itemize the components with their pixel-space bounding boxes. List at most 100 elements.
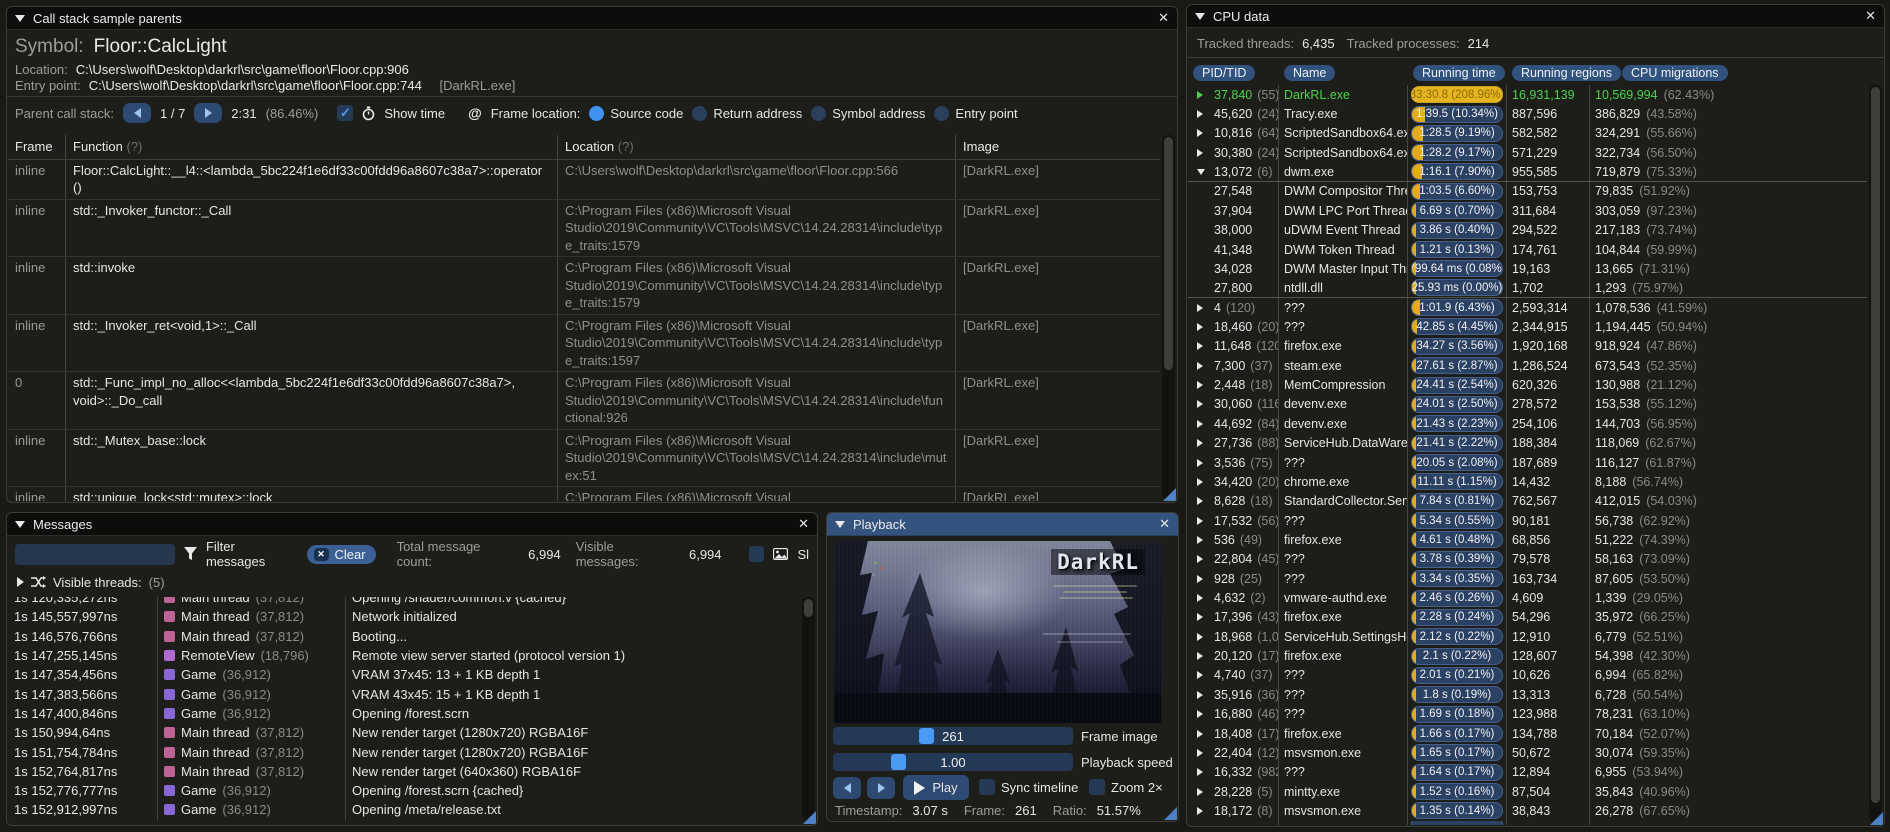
- scrollbar-thumb[interactable]: [1164, 137, 1173, 370]
- expand-arrow-icon[interactable]: [1197, 768, 1203, 777]
- expand-arrow-icon[interactable]: [1197, 574, 1203, 583]
- sync-timeline-checkbox[interactable]: ✓: [979, 779, 995, 795]
- table-row[interactable]: 20,120 (17) firefox.exe 2.1 s (0.22%) 128,60…: [1188, 646, 1867, 666]
- list-item[interactable]: 1s 147,400,846ns Game (36,912) Opening /for…: [8, 703, 799, 724]
- resize-grip[interactable]: [1870, 812, 1883, 825]
- expand-arrow-icon[interactable]: [1197, 361, 1203, 370]
- table-row[interactable]: 16,880 (46)??? 1.69 s (0.18%) 123,988 78,231…: [1188, 704, 1867, 724]
- col-image[interactable]: Image: [956, 135, 1160, 159]
- expand-arrow-icon[interactable]: [1197, 748, 1203, 757]
- expand-arrow-icon[interactable]: [1197, 477, 1203, 486]
- list-item[interactable]: 1s 153,116,37nsGame(36,912)Intro menu lo…: [8, 819, 799, 821]
- scrollbar-thumb[interactable]: [804, 599, 813, 617]
- table-row[interactable]: inline std::invoke C:\Program Files (x86)\…: [8, 257, 1160, 315]
- play-button[interactable]: Play: [903, 775, 969, 800]
- expand-arrow-icon[interactable]: [1197, 806, 1203, 815]
- close-icon[interactable]: ✕: [1158, 10, 1169, 26]
- table-row[interactable]: inline std::unique_lock<std::mutex>::lock…: [8, 487, 1160, 501]
- table-row[interactable]: 18,172 (8) msvsmon.exe 1.35 s (0.14%) 38,843…: [1188, 801, 1867, 821]
- table-row[interactable]: 18,460 (20)??? 42.85 s (4.45%) 2,344,915 1,1…: [1188, 317, 1867, 337]
- collapse-arrow-icon[interactable]: [1195, 12, 1205, 20]
- col-running-time[interactable]: Running time: [1407, 65, 1506, 81]
- expand-arrow-icon[interactable]: [1197, 632, 1203, 641]
- close-icon[interactable]: ✕: [798, 516, 809, 532]
- prev-frame-button[interactable]: [833, 777, 861, 799]
- collapse-arrow-icon[interactable]: [15, 520, 25, 528]
- table-row[interactable]: 22,404 (12) msvsmon.exe 1.65 s (0.17%) 50,67…: [1188, 743, 1867, 763]
- table-row[interactable]: 34,420 (20) chrome.exe 11.11 s (1.15%) 14,43…: [1188, 472, 1867, 492]
- table-row[interactable]: 27,548 DWM Compositor Thread 1:03.5 (6.60%…: [1188, 181, 1867, 202]
- table-row[interactable]: 22,804 (45)??? 3.78 s (0.39%) 79,578 58,163 (…: [1188, 549, 1867, 569]
- visible-threads-row[interactable]: Visible threads: (5): [7, 572, 817, 592]
- table-row[interactable]: 13,072 (6) dwm.exe 1:16.1 (7.90%) 955,585 719…: [1188, 162, 1867, 182]
- speed-slider[interactable]: 1.00: [833, 753, 1073, 771]
- table-row[interactable]: 30,380 (24) ScriptedSandbox64.exe 1:28.2 (9…: [1188, 143, 1867, 163]
- expand-arrow-icon[interactable]: [1197, 594, 1203, 603]
- collapse-arrow-icon[interactable]: [15, 14, 25, 22]
- expand-arrow-icon[interactable]: [1197, 555, 1203, 564]
- expand-arrow-icon[interactable]: [1197, 439, 1203, 448]
- table-row[interactable]: 34,028 DWM Master Input Thread799.64 ms (…: [1188, 259, 1867, 279]
- close-icon[interactable]: ✕: [1865, 8, 1876, 24]
- expand-arrow-icon[interactable]: [1197, 458, 1203, 467]
- table-row[interactable]: 35,916 (36)??? 1.8 s (0.19%) 13,313 6,728 (50…: [1188, 685, 1867, 705]
- col-frame[interactable]: Frame: [8, 135, 66, 159]
- table-row[interactable]: 17,396 (43) firefox.exe 2.28 s (0.24%) 54,29…: [1188, 607, 1867, 628]
- table-row[interactable]: 3,536 (75)??? 20.05 s (2.08%) 187,689 116,12…: [1188, 452, 1867, 473]
- list-item[interactable]: 1s 152,912,997ns Game (36,912) Opening /met…: [8, 800, 799, 820]
- table-row[interactable]: 37,904 DWM LPC Port Thread 6.69 s (0.70%) 3…: [1188, 201, 1867, 221]
- table-row[interactable]: 928 (25)??? 3.34 s (0.35%) 163,734 87,605 (53…: [1188, 568, 1867, 589]
- expand-arrow-icon[interactable]: [1197, 787, 1203, 796]
- table-row[interactable]: 37,840 (55) DarkRL.exe 33:30.8 (208.96%) 16,…: [1188, 85, 1867, 105]
- table-row[interactable]: inline Floor::CalcLight::__l4::<lambda_5b…: [8, 159, 1160, 200]
- list-item[interactable]: 1s 147,354,456ns Game (36,912) VRAM 37x45: …: [8, 665, 799, 685]
- list-item[interactable]: 1s 147,383,566ns Game (36,912) VRAM 43x45: …: [8, 684, 799, 704]
- prev-frame-button[interactable]: [123, 103, 151, 123]
- expand-arrow-icon[interactable]: [1197, 710, 1203, 719]
- col-cpu-migrations[interactable]: CPU migrations: [1616, 65, 1728, 81]
- show-time-checkbox[interactable]: ✓: [337, 105, 354, 121]
- expand-arrow-icon[interactable]: [1197, 148, 1203, 157]
- table-row[interactable]: inline std::_Invoker_ret<void,1>::_Call C:…: [8, 314, 1160, 372]
- callstack-scrollbar[interactable]: [1162, 135, 1175, 499]
- table-row[interactable]: 18,408 (17) firefox.exe 1.66 s (0.17%) 134,7…: [1188, 723, 1867, 744]
- list-item[interactable]: 1s 151,754,784ns Main thread (37,812) New r…: [8, 742, 799, 762]
- close-icon[interactable]: ✕: [1159, 516, 1170, 532]
- table-row[interactable]: 10,816 (64) ScriptedSandbox64.exe 1:28.5 (9…: [1188, 123, 1867, 144]
- table-row[interactable]: 2,448 (18) MemCompression 24.41 s (2.54%) 62…: [1188, 375, 1867, 395]
- list-item[interactable]: 1s 120,335,272ns Main thread (37,812) Openi…: [8, 597, 799, 608]
- expand-arrow-icon[interactable]: [1197, 535, 1203, 544]
- expand-arrow-icon[interactable]: [17, 577, 24, 587]
- expand-arrow-icon[interactable]: [1197, 690, 1203, 699]
- list-item[interactable]: 1s 147,255,145ns RemoteView (18,796) Remote…: [8, 645, 799, 666]
- col-name[interactable]: Name: [1278, 65, 1407, 81]
- expand-arrow-icon[interactable]: [1197, 381, 1203, 390]
- col-running-regions[interactable]: Running regions: [1506, 65, 1622, 81]
- list-item[interactable]: 1s 146,576,766ns Main thread (37,812) Booti…: [8, 626, 799, 646]
- table-row[interactable]: 4 (120)??? 1:01.9 (6.43%) 2,593,314 1,078,53…: [1188, 297, 1867, 318]
- clear-button[interactable]: ✕ Clear: [306, 544, 376, 564]
- frame-slider[interactable]: 261: [833, 727, 1073, 745]
- expand-arrow-icon[interactable]: [1197, 129, 1203, 138]
- table-row[interactable]: 44,692 (84) devenv.exe 21.43 s (2.23%) 254,1…: [1188, 414, 1867, 434]
- table-row[interactable]: 17,532 (56)??? 5.34 s (0.55%) 90,181 56,738 (…: [1188, 510, 1867, 531]
- collapse-arrow-icon[interactable]: [835, 520, 845, 528]
- filter-input[interactable]: [15, 543, 175, 565]
- table-row[interactable]: 16,332 (982)??? 1.64 s (0.17%) 12,894 6,955 (…: [1188, 762, 1867, 782]
- table-row[interactable]: 38,000 uDWM Event Thread 3.86 s (0.40%) 294…: [1188, 220, 1867, 240]
- scrollbar-thumb[interactable]: [1871, 87, 1880, 803]
- table-row[interactable]: 11,648 (120)firefox.exe 34.27 s (3.56%) 1,9…: [1188, 336, 1867, 357]
- zoom-2x-checkbox[interactable]: ✓: [1089, 779, 1105, 795]
- table-row[interactable]: 4,740 (37)??? 2.01 s (0.21%) 10,626 6,994 (65…: [1188, 665, 1867, 686]
- table-row[interactable]: inline std::_Invoker_functor::_Call C:\Pro…: [8, 199, 1160, 257]
- next-frame-button[interactable]: [194, 103, 223, 123]
- expand-arrow-icon[interactable]: [1197, 342, 1203, 351]
- table-row[interactable]: 18,968 (1,018)ServiceHub.SettingsHost.ex 2…: [1188, 627, 1867, 647]
- expand-arrow-icon[interactable]: [1197, 303, 1203, 312]
- col-function[interactable]: Function (?): [66, 135, 558, 159]
- messages-scrollbar[interactable]: [802, 597, 815, 821]
- radio-symbol-address[interactable]: Symbol address: [811, 105, 925, 121]
- expand-arrow-icon[interactable]: [1197, 516, 1203, 525]
- table-row[interactable]: 536 (49) firefox.exe 4.61 s (0.48%) 68,856 51…: [1188, 530, 1867, 550]
- list-item[interactable]: 1s 150,994,64ns Main thread (37,812) New re…: [8, 723, 799, 743]
